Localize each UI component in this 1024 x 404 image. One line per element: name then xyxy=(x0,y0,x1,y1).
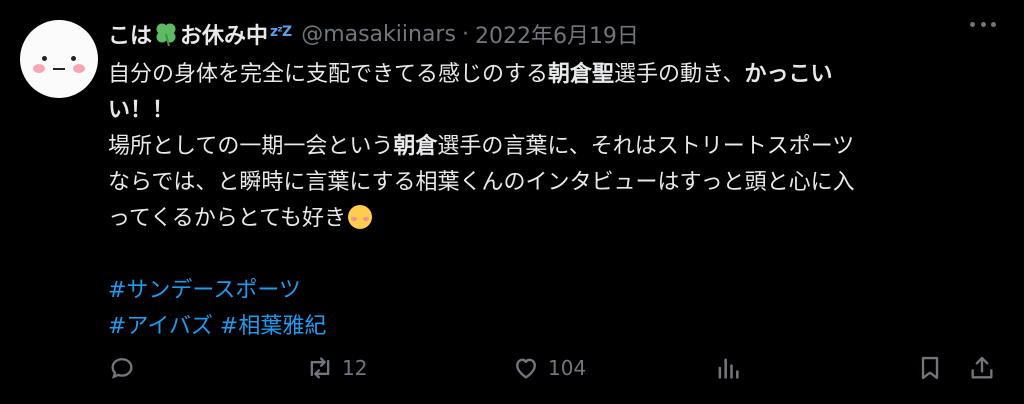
views-icon xyxy=(718,358,739,379)
avatar-blush xyxy=(33,64,45,73)
bold-text: 朝倉 xyxy=(393,134,438,159)
avatar-eye xyxy=(42,56,47,61)
like-icon xyxy=(516,358,536,379)
separator-dot: · xyxy=(461,21,469,47)
like-button[interactable]: 104 xyxy=(512,352,586,384)
text-segment: 自分の身体を完全に支配できてる感じのする xyxy=(108,62,549,87)
text-segment: 選手の動き、 xyxy=(614,62,745,87)
text-segment: ってくるからとても好き xyxy=(108,206,347,231)
clover-emoji xyxy=(156,23,176,47)
bold-text: い！！ xyxy=(108,98,175,123)
display-name[interactable]: こは お休み中 zᶻZ xyxy=(108,18,292,50)
display-name-part: お休み中 xyxy=(180,24,269,49)
share-button[interactable] xyxy=(968,352,996,384)
text-segment: 場所としての一期一会という xyxy=(108,134,394,159)
retweet-icon xyxy=(310,357,330,379)
tweet-date[interactable]: 2022年6月19日 xyxy=(475,18,639,50)
sleep-status: zᶻZ xyxy=(270,24,292,40)
reply-icon xyxy=(111,358,133,379)
sleep-glyph: zᶻZ xyxy=(270,24,292,40)
tweet-text: 自分の身体を完全に支配できてる感じのする朝倉聖選手の動き、かっこい い！！ 場所… xyxy=(108,57,988,345)
text-segment: 選手の言葉に、それはストリートスポーツ xyxy=(437,134,855,159)
more-icon[interactable] xyxy=(970,22,996,30)
avatar-blush xyxy=(73,64,85,73)
views-button[interactable] xyxy=(714,352,742,384)
bookmark-icon xyxy=(921,356,939,380)
avatar[interactable] xyxy=(20,20,98,98)
hashtag-line: #アイバズ #相葉雅紀 xyxy=(108,309,988,345)
avatar-mouth xyxy=(53,68,65,70)
smiling-face-emoji xyxy=(348,205,373,229)
hashtag-line: #サンデースポーツ xyxy=(108,273,988,309)
bookmark-button[interactable] xyxy=(916,352,944,384)
user-handle[interactable]: @masakiinars xyxy=(301,22,456,47)
bold-text: かっこい xyxy=(744,62,833,87)
like-count: 104 xyxy=(548,356,587,380)
hashtag-link[interactable]: #アイバズ xyxy=(108,314,213,339)
tweet-header: こは お休み中 zᶻZ @masakiinars · 2022年6月19日 xyxy=(108,14,639,54)
reply-button[interactable] xyxy=(108,352,136,384)
text-line: 場所としての一期一会という朝倉選手の言葉に、それはストリートスポーツ xyxy=(108,129,988,165)
action-bar: 12 104 xyxy=(108,352,998,384)
retweet-count: 12 xyxy=(342,356,368,380)
avatar-eye xyxy=(71,56,76,61)
hashtag-link[interactable]: #サンデースポーツ xyxy=(108,278,301,303)
text-line: い！！ xyxy=(108,93,988,129)
text-line: ってくるからとても好き xyxy=(108,201,988,237)
bold-text: 朝倉聖 xyxy=(548,62,615,87)
text-line: ならでは、と瞬時に言葉にする相葉くんのインタビューはすっと頭と心に入 xyxy=(108,170,855,195)
tweet-card[interactable]: こは お休み中 zᶻZ @masakiinars · 2022年6月19日 自分… xyxy=(0,0,1024,404)
retweet-button[interactable]: 12 xyxy=(306,352,367,384)
hashtag-link[interactable]: #相葉雅紀 xyxy=(220,314,326,339)
text-line: 自分の身体を完全に支配できてる感じのする朝倉聖選手の動き、かっこい xyxy=(108,57,988,93)
share-icon xyxy=(971,356,993,379)
display-name-part: こは xyxy=(108,24,153,49)
